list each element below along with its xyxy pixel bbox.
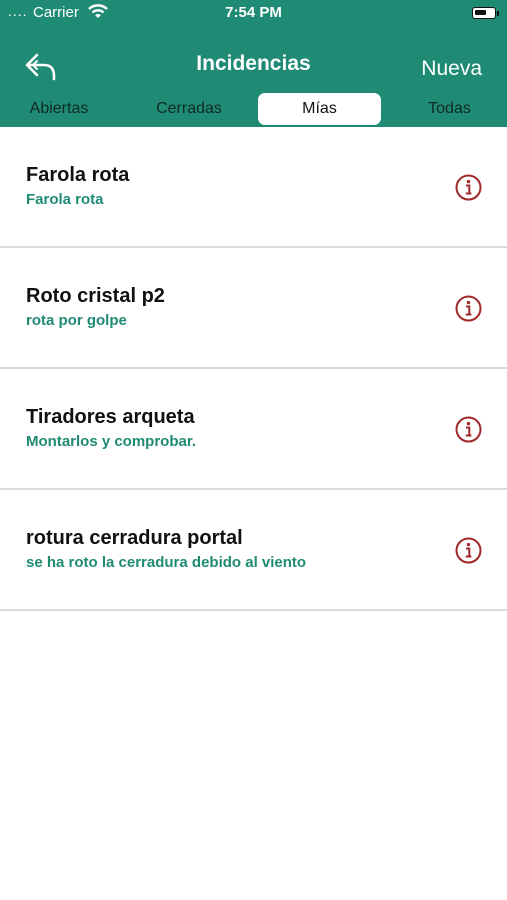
item-title: rotura cerradura portal [26, 527, 243, 549]
new-incident-button[interactable]: Nueva [421, 57, 482, 81]
incident-list: Farola rota Farola rota Roto cristal p2 … [0, 127, 507, 611]
navigation-bar: Incidencias Nueva [0, 44, 507, 88]
segment-mias[interactable]: Mías [258, 93, 381, 125]
info-icon[interactable] [455, 295, 482, 322]
segment-abiertas[interactable]: Abiertas [0, 93, 118, 125]
item-subtitle: se ha roto la cerradura debido al viento [26, 554, 307, 571]
item-subtitle: Montarlos y comprobar. [26, 433, 197, 450]
info-icon[interactable] [455, 537, 482, 564]
segment-todas[interactable]: Todas [392, 93, 507, 125]
item-subtitle: Farola rota [26, 191, 104, 208]
battery-icon [472, 7, 499, 19]
list-item[interactable]: rotura cerradura portal se ha roto la ce… [0, 490, 507, 611]
list-item[interactable]: Tiradores arqueta Montarlos y comprobar. [0, 369, 507, 490]
info-icon[interactable] [455, 416, 482, 443]
segment-cerradas[interactable]: Cerradas [130, 93, 248, 125]
item-title: Tiradores arqueta [26, 406, 195, 428]
list-item[interactable]: Roto cristal p2 rota por golpe [0, 248, 507, 369]
item-subtitle: rota por golpe [26, 312, 127, 329]
item-title: Farola rota [26, 164, 130, 186]
item-title: Roto cristal p2 [26, 285, 165, 307]
list-item[interactable]: Farola rota Farola rota [0, 127, 507, 248]
segmented-control: Abiertas Cerradas Mías Todas [0, 93, 507, 125]
info-icon[interactable] [455, 174, 482, 201]
reply-arrow-icon [25, 53, 56, 81]
header: .... Carrier 7:54 PM Incidencias Nueva A… [0, 0, 507, 127]
status-bar: .... Carrier 7:54 PM [0, 0, 507, 28]
status-time: 7:54 PM [225, 4, 282, 21]
back-button[interactable] [24, 52, 60, 82]
